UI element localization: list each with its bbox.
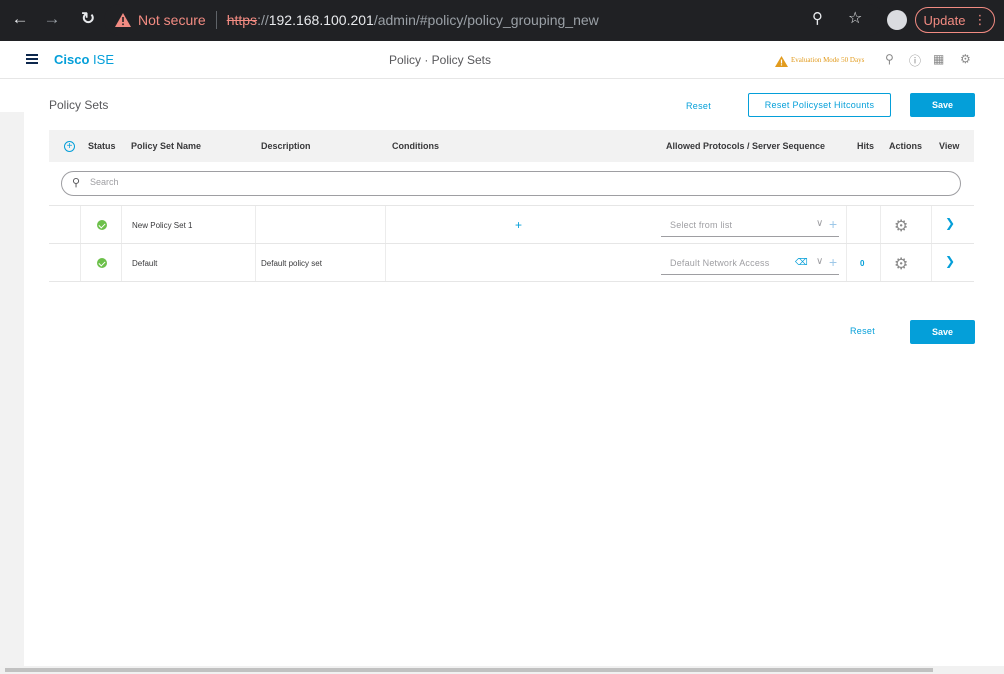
add-condition-icon[interactable]: +	[515, 218, 522, 232]
add-policy-set-icon[interactable]: +	[64, 141, 75, 152]
row-divider	[121, 244, 122, 281]
search-icon[interactable]: ⚲	[885, 52, 894, 66]
horizontal-scrollbar[interactable]	[0, 666, 1004, 674]
reset-hitcounts-button[interactable]: Reset Policyset Hitcounts	[748, 93, 891, 117]
policy-set-name[interactable]: New Policy Set 1	[132, 221, 192, 230]
update-label: Update	[923, 12, 966, 28]
row-divider	[385, 206, 386, 243]
hits-count: 0	[860, 259, 865, 268]
address-bar[interactable]: Not secure https://192.168.100.201/admin…	[104, 4, 884, 36]
chevron-right-icon[interactable]: ❯	[945, 254, 955, 268]
col-actions[interactable]: Actions	[889, 141, 922, 151]
policy-set-description[interactable]: Default policy set	[261, 259, 322, 268]
bookmark-star-icon[interactable]: ☆	[848, 8, 862, 28]
chevron-down-icon[interactable]: ∨	[816, 218, 823, 229]
dashboard-icon[interactable]: ▦	[933, 52, 944, 66]
gear-icon[interactable]: ⚙	[894, 216, 908, 236]
bottom-save-button[interactable]: Save	[910, 320, 975, 344]
left-sidebar-strip	[0, 112, 24, 666]
col-policy-set-name[interactable]: Policy Set Name	[131, 141, 201, 151]
browser-toolbar: ← → ↻ Not secure https://192.168.100.201…	[0, 0, 1004, 41]
reset-button[interactable]: Reset	[686, 101, 711, 111]
status-enabled-icon[interactable]	[97, 220, 107, 230]
back-arrow-icon[interactable]: ←	[10, 9, 30, 29]
add-protocol-icon[interactable]: +	[829, 216, 837, 232]
evaluation-mode-text[interactable]: Evaluation Mode 50 Days	[791, 56, 864, 64]
row-divider	[880, 244, 881, 281]
col-conditions[interactable]: Conditions	[392, 141, 439, 151]
search-icon: ⚲	[72, 177, 81, 189]
col-status[interactable]: Status	[88, 141, 116, 151]
row-divider	[880, 206, 881, 243]
zoom-icon[interactable]: ⚲	[812, 9, 823, 27]
profile-avatar[interactable]	[887, 10, 907, 30]
row-divider	[846, 244, 847, 281]
page-title: Policy Sets	[49, 98, 109, 112]
row-divider	[931, 206, 932, 243]
update-button[interactable]: Update ⋮	[915, 7, 995, 33]
row-divider	[80, 244, 81, 281]
row-divider	[121, 206, 122, 243]
page-breadcrumb: Policy · Policy Sets	[388, 53, 492, 67]
col-view[interactable]: View	[939, 141, 959, 151]
search-input[interactable]	[90, 177, 890, 187]
row-divider	[385, 244, 386, 281]
row-divider	[80, 206, 81, 243]
row-divider	[255, 206, 256, 243]
allowed-protocols-select[interactable]: Default Network Access ⌫ ∨	[661, 251, 839, 275]
add-protocol-icon[interactable]: +	[829, 254, 837, 270]
status-enabled-icon[interactable]	[97, 258, 107, 268]
more-vert-icon: ⋮	[973, 12, 987, 27]
forward-arrow-icon[interactable]: →	[42, 9, 62, 29]
help-icon[interactable]: ⓘ	[909, 52, 921, 69]
scrollbar-thumb[interactable]	[5, 668, 933, 672]
url-text[interactable]: https://192.168.100.201/admin/#policy/po…	[227, 12, 599, 28]
clear-icon[interactable]: ⌫	[795, 257, 808, 268]
url-path: /admin/#policy/policy_grouping_new	[373, 12, 599, 28]
col-hits[interactable]: Hits	[857, 141, 874, 151]
col-allowed-protocols[interactable]: Allowed Protocols / Server Sequence	[666, 141, 825, 151]
save-button[interactable]: Save	[910, 93, 975, 117]
url-separator: ://	[257, 12, 269, 28]
gear-icon[interactable]: ⚙	[960, 52, 971, 66]
table-header: + Status Policy Set Name Description Con…	[49, 130, 974, 162]
gear-icon[interactable]: ⚙	[894, 254, 908, 274]
allowed-protocols-value: Select from list	[670, 220, 733, 230]
allowed-protocols-select[interactable]: Select from list ∨	[661, 213, 839, 237]
search-row: ⚲	[49, 162, 974, 206]
chevron-down-icon[interactable]: ∨	[816, 256, 823, 267]
chevron-right-icon[interactable]: ❯	[945, 216, 955, 230]
warning-icon	[775, 54, 788, 72]
omnibox-divider	[215, 11, 217, 29]
allowed-protocols-value: Default Network Access	[670, 258, 770, 268]
url-host: 192.168.100.201	[268, 12, 374, 28]
app-header: Cisco ISE Policy · Policy Sets Evaluatio…	[0, 41, 1004, 79]
reload-icon[interactable]: ↻	[78, 9, 98, 29]
col-description[interactable]: Description	[261, 141, 311, 151]
row-divider	[931, 244, 932, 281]
row-divider	[846, 206, 847, 243]
table-row[interactable]: New Policy Set 1 + Select from list ∨ + …	[49, 206, 974, 244]
policy-set-name[interactable]: Default	[132, 259, 157, 268]
not-secure-label[interactable]: Not secure	[138, 12, 206, 28]
policy-sets-table: + Status Policy Set Name Description Con…	[49, 130, 974, 282]
bottom-reset-button[interactable]: Reset	[850, 326, 875, 336]
table-row[interactable]: Default Default policy set Default Netwo…	[49, 244, 974, 282]
search-field[interactable]: ⚲	[61, 171, 961, 196]
url-scheme: https	[226, 12, 258, 28]
warning-triangle-icon	[114, 12, 132, 28]
row-divider	[255, 244, 256, 281]
